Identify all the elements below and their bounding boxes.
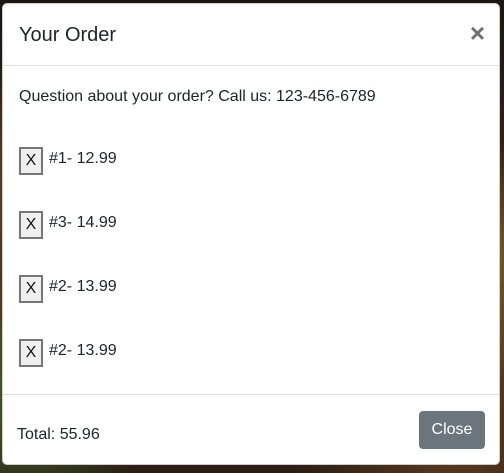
order-modal: Your Order × Question about your order? … (2, 3, 500, 465)
order-item-text: #2- 13.99 (49, 278, 117, 295)
modal-footer: Total: 55.96 Close (3, 394, 499, 464)
help-text: Question about your order? Call us: 123-… (19, 88, 376, 105)
remove-item-button[interactable]: X (19, 275, 43, 303)
order-item-text: #2- 13.99 (49, 342, 117, 359)
order-total: Total: 55.96 (17, 426, 100, 443)
remove-item-button[interactable]: X (19, 211, 43, 239)
close-icon[interactable]: × (470, 20, 485, 46)
remove-item-button[interactable]: X (19, 339, 43, 367)
modal-header: Your Order × (3, 4, 499, 66)
remove-item-button[interactable]: X (19, 147, 43, 175)
modal-title: Your Order (19, 24, 117, 46)
order-item-text: #3- 14.99 (49, 214, 117, 231)
close-button[interactable]: Close (419, 411, 485, 449)
order-item-text: #1- 12.99 (49, 150, 117, 167)
modal-body: Question about your order? Call us: 123-… (3, 66, 499, 394)
